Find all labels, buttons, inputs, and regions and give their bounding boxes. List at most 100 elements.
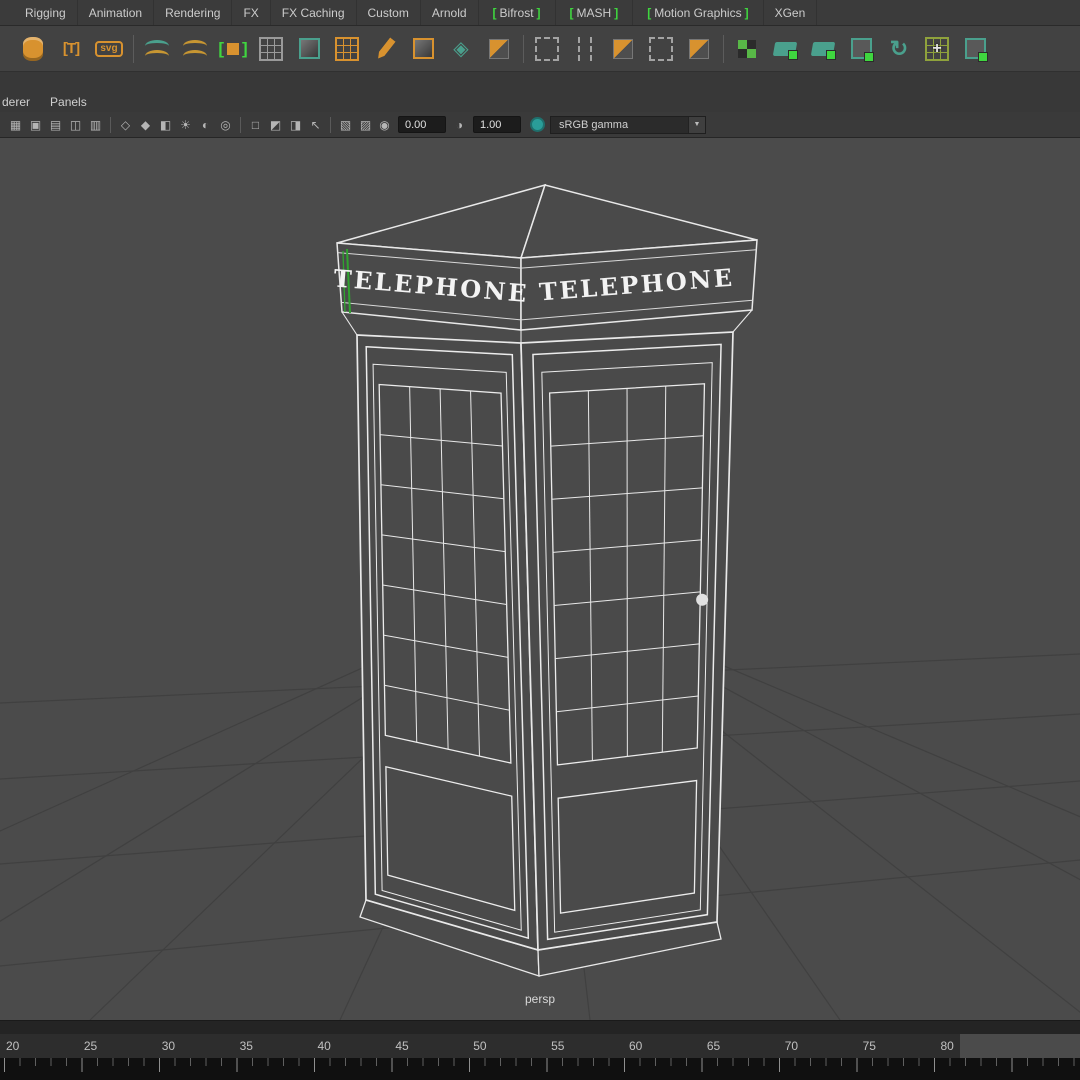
poly-plane-icon[interactable] bbox=[252, 30, 290, 68]
panel-single-icon[interactable]: ▣ bbox=[26, 115, 45, 134]
quad-draw-icon[interactable] bbox=[680, 30, 718, 68]
shelf-tab[interactable]: Rigging bbox=[14, 0, 78, 25]
mash-network-icon[interactable] bbox=[728, 30, 766, 68]
panel-menu-bar: derer Panels bbox=[0, 92, 1080, 112]
exposure-icon[interactable]: ◉ bbox=[375, 115, 394, 134]
shelf-tab[interactable]: FX Caching bbox=[271, 0, 357, 25]
shelf-tab[interactable]: Rendering bbox=[154, 0, 233, 25]
shelf-tab-label: Motion Graphics bbox=[654, 5, 742, 20]
frame-number: 45 bbox=[395, 1039, 409, 1053]
sep bbox=[110, 116, 111, 133]
curves-tool-icon[interactable] bbox=[138, 30, 176, 68]
shelf-icon-glyph: svg bbox=[95, 40, 123, 57]
gamma-field[interactable]: 1.00 bbox=[473, 116, 521, 133]
shelf-tab[interactable]: [ Motion Graphics ] bbox=[633, 0, 764, 25]
viewport-icon-glyph: ◧ bbox=[159, 117, 172, 132]
image-plane-icon[interactable]: ▧ bbox=[336, 115, 355, 134]
xray-display-icon[interactable]: □ bbox=[246, 115, 265, 134]
shelf-tab[interactable]: Custom bbox=[357, 0, 421, 25]
colorspace-select[interactable]: sRGB gamma ▼ bbox=[550, 115, 706, 134]
film-gate-icon[interactable]: ▨ bbox=[356, 115, 375, 134]
colorspace-value: sRGB gamma bbox=[559, 118, 629, 131]
divider bbox=[718, 30, 728, 68]
poly-cube-solid-icon[interactable] bbox=[480, 30, 518, 68]
shelf-tab[interactable]: Animation bbox=[78, 0, 155, 25]
exposure-field[interactable]: 0.00 bbox=[398, 116, 446, 133]
marquee-select-icon[interactable] bbox=[642, 30, 680, 68]
frame-number: 25 bbox=[83, 1039, 98, 1053]
textured-display-icon[interactable]: ◧ bbox=[156, 115, 175, 134]
frame-number: 50 bbox=[473, 1039, 487, 1053]
shelf-tab-label: Arnold bbox=[431, 5, 467, 20]
viewport-toolbar: ▦ ▣ ▤ ◫ ▥ ◇ ◆ ◧ ☀ ◐ ◎ □ ◩ ◨ ↖ ▧ ▨ ◉ 0.00… bbox=[0, 112, 1080, 138]
shelf-tab-label: Rigging bbox=[25, 5, 66, 20]
viewport-icon-glyph: ◆ bbox=[140, 117, 151, 132]
viewport-icon-glyph: ◎ bbox=[220, 117, 231, 132]
mash-cube-icon[interactable] bbox=[842, 30, 880, 68]
svg-tool-icon[interactable]: svg bbox=[90, 30, 128, 68]
divider bbox=[128, 30, 138, 68]
bracket-object-icon[interactable] bbox=[214, 30, 252, 68]
bracket-right: ] bbox=[614, 5, 619, 20]
viewport-icon-glyph: ▥ bbox=[89, 117, 102, 132]
time-slider[interactable]: 20 25 30 35 40 45 50 55 60 65 70 75 80 bbox=[0, 1020, 1080, 1080]
use-all-lights-icon[interactable]: ☀ bbox=[176, 115, 195, 134]
poly-cube-orange-icon[interactable] bbox=[404, 30, 442, 68]
mash-plane-icon[interactable] bbox=[766, 30, 804, 68]
perspective-view-canvas[interactable]: TELEPHONE TELEPHONE bbox=[0, 138, 1080, 1020]
shelf-tab[interactable]: [ Bifrost ] bbox=[479, 0, 556, 25]
mash-surface-icon[interactable] bbox=[804, 30, 842, 68]
frame-number: 70 bbox=[784, 1039, 799, 1053]
multi-cut-icon[interactable] bbox=[604, 30, 642, 68]
menu-panels[interactable]: Panels bbox=[50, 95, 87, 109]
shelf-icon-row: [T] svg bbox=[0, 26, 1080, 72]
wireframe-display-icon[interactable]: ◇ bbox=[116, 115, 135, 134]
shelf-tab[interactable]: Arnold bbox=[421, 0, 479, 25]
frame-number: 80 bbox=[940, 1039, 954, 1053]
time-ruler[interactable] bbox=[0, 1058, 1080, 1080]
poly-cube-icon[interactable] bbox=[290, 30, 328, 68]
panel-outliner-icon[interactable]: ▥ bbox=[86, 115, 105, 134]
shelf-tab-label: Animation bbox=[88, 5, 143, 20]
type-tool-icon[interactable]: [T] bbox=[52, 30, 90, 68]
shaded-display-icon[interactable]: ◆ bbox=[136, 115, 155, 134]
shelf-tab-label: FX bbox=[243, 5, 259, 20]
select-cursor-icon[interactable]: ↖ bbox=[306, 115, 325, 134]
lattice-deformer-icon[interactable] bbox=[528, 30, 566, 68]
color-management-toggle[interactable] bbox=[530, 117, 545, 132]
frame-numbers: 20 25 30 35 40 45 50 55 60 65 70 75 80 bbox=[0, 1034, 960, 1058]
bracket-right: ] bbox=[744, 5, 749, 20]
viewport[interactable]: TELEPHONE TELEPHONE persp bbox=[0, 138, 1080, 1020]
mash-flow-icon[interactable] bbox=[880, 30, 918, 68]
pencil-curve-icon[interactable] bbox=[366, 30, 404, 68]
tab-list: Rigging Animation Rendering FX FX Cachin… bbox=[14, 0, 818, 25]
shelf-icon-glyph: [T] bbox=[62, 40, 80, 57]
uv-grid-icon[interactable] bbox=[328, 30, 366, 68]
construction-layers-icon[interactable] bbox=[442, 30, 480, 68]
mash-world-icon[interactable] bbox=[956, 30, 994, 68]
viewport-icon-glyph: ☀ bbox=[180, 117, 191, 132]
viewport-icon-glyph: ▧ bbox=[339, 117, 352, 132]
shelf-tab[interactable]: XGen bbox=[764, 0, 818, 25]
shelf-tab-label: Rendering bbox=[165, 5, 221, 20]
shelf-tab[interactable]: [ MASH ] bbox=[556, 0, 634, 25]
menu-renderer[interactable]: derer bbox=[2, 95, 30, 109]
panel-four-view-icon[interactable]: ▤ bbox=[46, 115, 65, 134]
panel-split-icon[interactable]: ◫ bbox=[66, 115, 85, 134]
insert-edge-loop-icon[interactable] bbox=[566, 30, 604, 68]
grid-toggle-icon[interactable]: ▦ bbox=[6, 115, 25, 134]
cylinder-primitive-icon[interactable] bbox=[14, 30, 52, 68]
divider bbox=[518, 30, 528, 68]
frame-number: 20 bbox=[6, 1039, 20, 1053]
gamma-icon[interactable]: ◑ bbox=[450, 115, 469, 134]
shelf-tab[interactable]: FX bbox=[232, 0, 271, 25]
camera-attributes-icon[interactable]: ◨ bbox=[286, 115, 305, 134]
ambient-occlusion-icon[interactable]: ◎ bbox=[216, 115, 235, 134]
mash-grid-icon[interactable] bbox=[918, 30, 956, 68]
shelf-tab-label: XGen bbox=[774, 5, 806, 20]
isolate-select-icon[interactable]: ◩ bbox=[266, 115, 285, 134]
viewport-icon-glyph: ▤ bbox=[49, 117, 62, 132]
bracket-left: [ bbox=[569, 5, 574, 20]
surfaces-tool-icon[interactable] bbox=[176, 30, 214, 68]
shadows-toggle-icon[interactable]: ◐ bbox=[196, 115, 215, 134]
